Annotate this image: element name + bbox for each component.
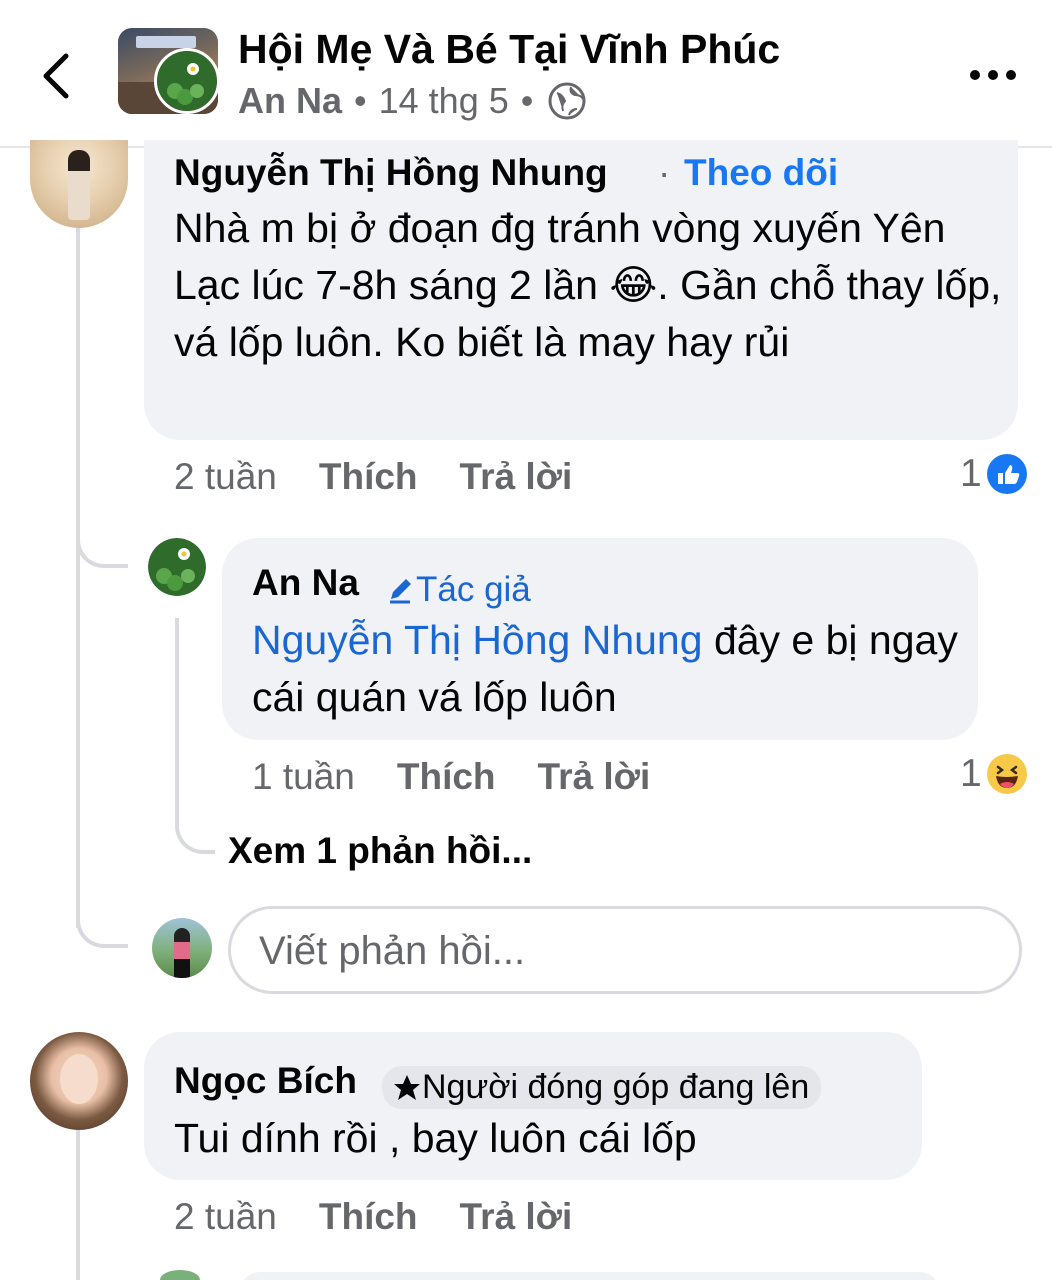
comment-author[interactable]: Nguyễn Thị Hồng Nhung — [174, 152, 608, 194]
comment-time[interactable]: 2 tuần — [174, 1196, 277, 1237]
reply-input[interactable] — [259, 927, 959, 975]
next-bubble-peek — [240, 1272, 940, 1280]
comment-time[interactable]: 1 tuần — [252, 756, 355, 797]
back-button[interactable] — [36, 48, 80, 104]
comment-time[interactable]: 2 tuần — [174, 456, 277, 497]
comment-actions: 2 tuần Thích Trả lời — [174, 1196, 572, 1238]
comment-author[interactable]: An Na — [252, 562, 359, 604]
comment-bubble[interactable]: An Na Tác giả Nguyễn Thị Hồng Nhung đây … — [222, 538, 978, 740]
thread-line — [175, 618, 179, 818]
post-date[interactable]: 14 thg 5 — [379, 80, 509, 122]
clover-avatar-image — [148, 538, 206, 596]
thread-line — [76, 228, 80, 928]
post-author[interactable]: An Na — [238, 80, 342, 122]
subline-separator: • — [354, 80, 367, 121]
contributor-badge-label: Người đóng góp đang lên — [422, 1068, 810, 1106]
reaction-summary[interactable]: 1 — [960, 752, 1028, 796]
author-badge-label: Tác giả — [416, 570, 531, 609]
like-icon — [986, 454, 1027, 494]
reaction-count: 1 — [960, 752, 982, 795]
author-badge: Tác giả — [386, 570, 531, 610]
my-avatar — [152, 918, 212, 978]
next-avatar-peek — [160, 1270, 200, 1280]
reaction-summary[interactable]: 1 — [960, 452, 1028, 496]
mention-link[interactable]: Nguyễn Thị Hồng Nhung — [252, 617, 703, 663]
comment-actions: 1 tuần Thích Trả lời — [252, 756, 650, 798]
group-avatar-sign — [136, 36, 196, 48]
clover-avatar-image — [157, 51, 217, 111]
thread-connector — [76, 500, 128, 568]
author-avatar[interactable] — [154, 48, 220, 114]
group-title[interactable]: Hội Mẹ Và Bé Tại Vĩnh Phúc — [238, 26, 780, 73]
comment-text: Nguyễn Thị Hồng Nhung đây e bị ngay cái … — [252, 612, 962, 726]
thread-line — [76, 1130, 80, 1280]
avatar[interactable] — [30, 1032, 128, 1130]
avatar-face — [60, 1054, 98, 1104]
like-button[interactable]: Thích — [319, 1196, 418, 1237]
like-button[interactable]: Thích — [319, 456, 418, 497]
avatar[interactable] — [148, 538, 206, 596]
globe-icon — [548, 82, 586, 120]
reply-button[interactable]: Trả lời — [460, 1196, 573, 1237]
post-header: Hội Mẹ Và Bé Tại Vĩnh Phúc An Na • 14 th… — [0, 0, 1052, 148]
avatar-person — [174, 928, 190, 978]
laughing-emoji: 😂 — [609, 262, 658, 308]
like-button[interactable]: Thích — [397, 756, 496, 797]
reply-button[interactable]: Trả lời — [538, 756, 651, 797]
more-options-button[interactable] — [968, 64, 1018, 86]
avatar-person — [68, 150, 90, 220]
comment-author[interactable]: Ngọc Bích — [174, 1060, 357, 1102]
thread-connector — [175, 800, 215, 854]
post-subline: An Na • 14 thg 5 • — [238, 80, 587, 122]
comment-text: Nhà m bị ở đoạn đg tránh vòng xuyến Yên … — [174, 200, 1004, 371]
comment-bubble[interactable]: Nguyễn Thị Hồng Nhung · Theo dõi Nhà m b… — [144, 140, 1018, 440]
contributor-badge: Người đóng góp đang lên — [382, 1066, 822, 1109]
reply-input-box[interactable] — [228, 906, 1022, 994]
chevron-left-icon — [43, 53, 69, 99]
view-more-replies[interactable]: Xem 1 phản hồi... — [228, 830, 532, 872]
reaction-count: 1 — [960, 452, 982, 495]
comment-text: Tui dính rồi , bay luôn cái lốp — [174, 1115, 697, 1161]
reply-button[interactable]: Trả lời — [460, 456, 573, 497]
more-horizontal-icon — [970, 70, 1016, 80]
follow-button[interactable]: Theo dõi — [684, 152, 838, 194]
haha-icon — [986, 754, 1027, 794]
subline-separator: • — [520, 80, 534, 121]
comment-actions: 2 tuần Thích Trả lời — [174, 456, 572, 498]
thread-connector — [76, 900, 128, 948]
name-separator: · — [658, 152, 671, 193]
pencil-icon — [390, 579, 411, 604]
star-icon — [394, 1074, 420, 1100]
avatar[interactable] — [30, 140, 128, 228]
comment-bubble[interactable]: Ngọc Bích Người đóng góp đang lên Tui dí… — [144, 1032, 922, 1180]
